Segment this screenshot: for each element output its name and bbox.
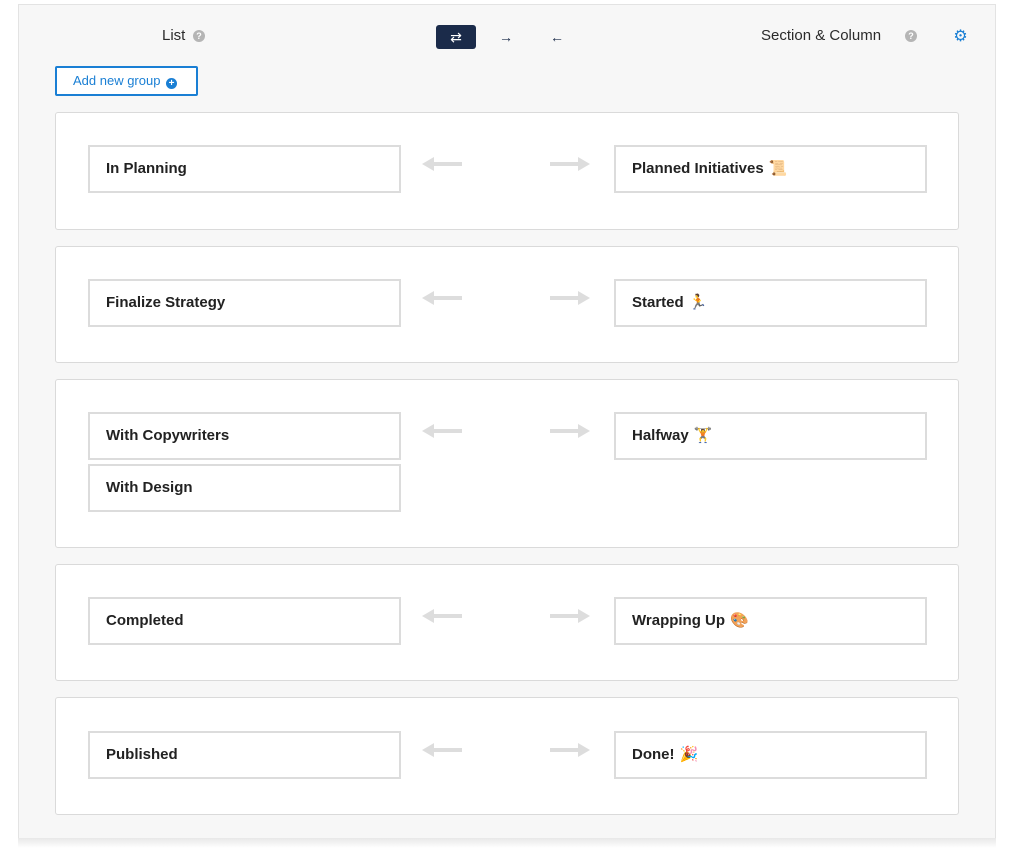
list-help-icon[interactable]: ? [193,30,205,42]
party-popper-emoji-icon: 🎉 [679,746,699,763]
arrow-left-icon[interactable] [422,424,462,438]
arrow-right-icon[interactable] [550,609,590,623]
plus-circle-icon: + [166,78,178,89]
palette-emoji-icon: 🎨 [730,612,749,629]
list-item[interactable]: With Copywriters [88,412,401,460]
runner-emoji-icon: 🏃 [688,294,708,311]
gear-icon[interactable]: ⚙ [953,29,968,45]
section-item[interactable]: Planned Initiatives 📜 [614,145,927,193]
section-item[interactable]: Done! 🎉 [614,731,927,779]
list-item[interactable]: With Design [88,464,401,512]
section-item[interactable]: Started 🏃 [614,279,927,327]
add-new-group-button[interactable]: Add new group + [55,66,198,96]
arrow-right-icon[interactable] [550,424,590,438]
add-new-group-label: Add new group [73,73,161,88]
direction-bidirectional-button[interactable]: ⇄ [436,25,476,49]
section-item[interactable]: Wrapping Up 🎨 [614,597,927,645]
direction-right-button[interactable]: → [494,25,518,49]
direction-left-button[interactable]: ← [545,25,569,49]
scroll-emoji-icon: 📜 [768,160,788,177]
list-item[interactable]: Completed [88,597,401,645]
panel-bottom-shadow [18,838,996,848]
arrow-left-icon[interactable] [422,157,462,171]
arrow-right-icon[interactable] [550,291,590,305]
mapping-group: In Planning Planned Initiatives 📜 [55,112,959,230]
list-item[interactable]: In Planning [88,145,401,193]
arrow-left-icon[interactable] [422,743,462,757]
list-item[interactable]: Published [88,731,401,779]
list-column-label: List [162,27,186,44]
mapping-group: Published Done! 🎉 [55,697,959,815]
mapping-group: With Copywriters With Design Halfway 🏋 [55,379,959,548]
mapping-group: Finalize Strategy Started 🏃 [55,246,959,363]
section-help-icon[interactable]: ? [905,30,917,42]
mapping-group: Completed Wrapping Up 🎨 [55,564,959,681]
section-item[interactable]: Halfway 🏋 [614,412,927,460]
arrow-right-icon[interactable] [550,157,590,171]
weightlifter-emoji-icon: 🏋 [693,427,713,444]
arrow-left-icon[interactable] [422,609,462,623]
list-item[interactable]: Finalize Strategy [88,279,401,327]
section-column-label: Section & Column [761,27,882,44]
arrow-left-icon[interactable] [422,291,462,305]
arrow-right-icon[interactable] [550,743,590,757]
